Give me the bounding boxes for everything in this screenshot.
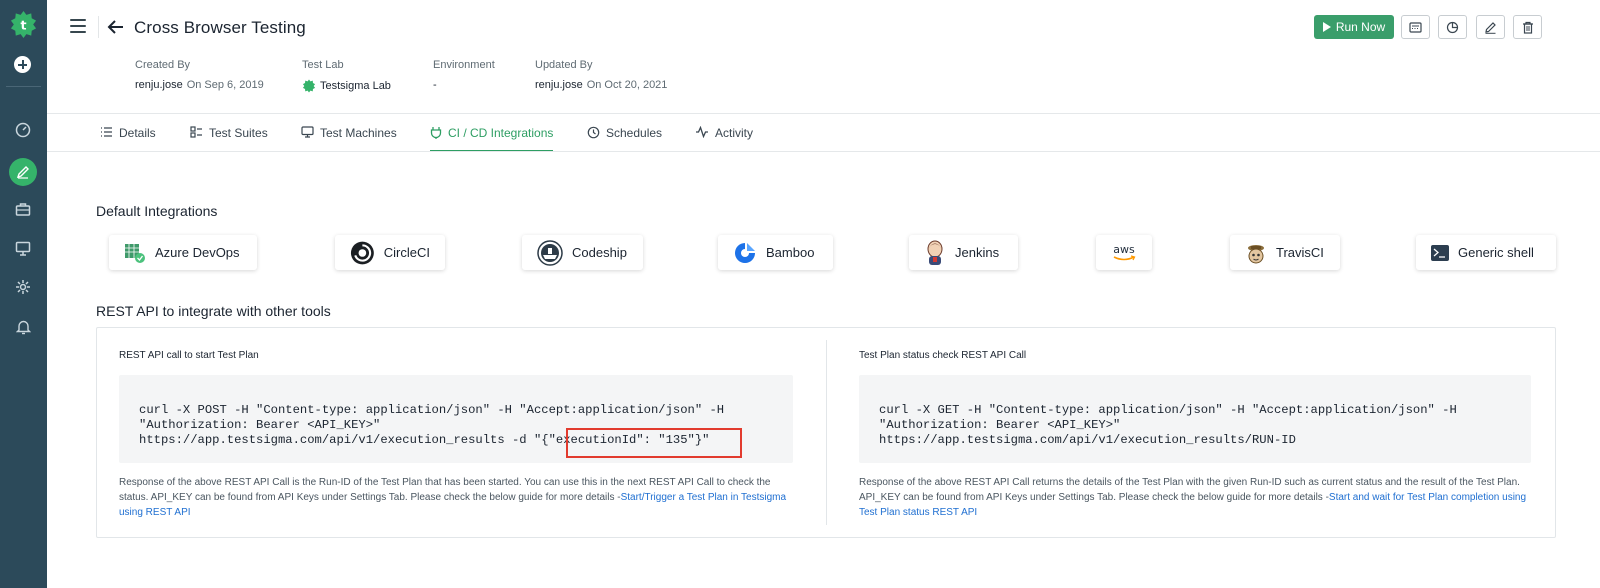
test-lab: Test Lab Testsigma Lab: [302, 59, 391, 93]
tab-label: Activity: [715, 126, 754, 140]
integration-label: Bamboo: [766, 245, 815, 260]
tabs-divider-line: [47, 151, 1600, 152]
jenkins-icon: [927, 240, 943, 265]
add-icon[interactable]: [14, 56, 31, 73]
created-by-label: Created By: [135, 59, 191, 71]
integration-label: Azure DevOps: [155, 245, 240, 260]
created-by-date: On Sep 6, 2019: [186, 79, 264, 91]
start-test-plan-note: Response of the above REST API Call is t…: [119, 475, 795, 520]
integration-label: CircleCI: [383, 245, 430, 260]
left-sidebar: t: [0, 0, 47, 588]
integration-azure-devops[interactable]: Azure DevOps: [109, 235, 257, 270]
header-divider: [98, 16, 99, 38]
bell-icon[interactable]: [13, 317, 33, 337]
created-by: Created By renju.jose On Sep 6, 2019: [135, 59, 264, 91]
back-arrow-icon[interactable]: [106, 18, 126, 36]
tab-test-suites[interactable]: Test Suites: [190, 124, 268, 152]
tab-label: Test Machines: [320, 126, 397, 140]
updated-by-label: Updated By: [535, 59, 593, 71]
test-lab-label: Test Lab: [302, 59, 344, 71]
briefcase-icon[interactable]: [13, 199, 33, 219]
circleci-icon: [350, 241, 374, 264]
tab-activity[interactable]: Activity: [695, 124, 753, 152]
integration-label: TravisCI: [1276, 245, 1324, 260]
integration-label: Codeship: [572, 245, 627, 260]
status-check-heading: Test Plan status check REST API Call: [859, 350, 1027, 361]
svg-text:t: t: [21, 17, 27, 32]
status-check-code[interactable]: curl -X GET -H "Content-type: applicatio…: [859, 375, 1531, 463]
suites-icon: [190, 126, 202, 138]
monitor-icon[interactable]: [13, 238, 33, 258]
integration-codeship[interactable]: Codeship: [522, 235, 643, 270]
aws-icon: aws: [1113, 243, 1136, 260]
plug-icon: [430, 127, 442, 139]
integration-label: Generic shell: [1458, 245, 1534, 260]
integration-aws[interactable]: aws: [1096, 235, 1152, 270]
tab-label: Details: [119, 126, 156, 140]
testsigma-lab-icon: [302, 79, 316, 93]
rest-api-title: REST API to integrate with other tools: [96, 303, 331, 319]
code-line: curl -X POST -H "Content-type: applicati…: [139, 403, 725, 417]
dashboard-icon[interactable]: [13, 120, 33, 140]
test-plans-icon[interactable]: [9, 158, 37, 186]
bamboo-icon: [735, 242, 755, 263]
clock-icon: [587, 126, 600, 139]
environment-value: -: [433, 79, 437, 91]
integration-circleci[interactable]: CircleCI: [335, 235, 445, 270]
default-integrations-title: Default Integrations: [96, 203, 218, 219]
tab-label: CI / CD Integrations: [448, 126, 554, 140]
page-title: Cross Browser Testing: [134, 18, 306, 37]
environment-label: Environment: [433, 59, 495, 71]
tab-test-machines[interactable]: Test Machines: [301, 124, 397, 152]
tab-details[interactable]: Details: [100, 124, 156, 152]
updated-by: Updated By renju.jose On Oct 20, 2021: [535, 59, 667, 91]
sidebar-divider: [6, 86, 41, 87]
azure-devops-icon: [125, 243, 145, 263]
calendar-icon: [1409, 21, 1422, 33]
trash-icon: [1522, 21, 1533, 34]
start-test-plan-heading: REST API call to start Test Plan: [119, 350, 259, 361]
code-line: https://app.testsigma.com/api/v1/executi…: [879, 433, 1296, 447]
rest-api-divider: [826, 340, 827, 525]
execution-id-highlight: [566, 428, 742, 458]
tab-ci-cd-integrations[interactable]: CI / CD Integrations: [430, 124, 554, 152]
reports-button[interactable]: [1438, 15, 1467, 39]
menu-icon[interactable]: [70, 19, 88, 33]
settings-icon[interactable]: [13, 277, 33, 297]
integration-bamboo[interactable]: Bamboo: [718, 235, 833, 270]
travisci-icon: [1248, 244, 1264, 263]
pie-chart-icon: [1446, 21, 1459, 33]
updated-by-date: On Oct 20, 2021: [586, 79, 668, 91]
pencil-icon: [1485, 21, 1496, 34]
code-line: "Authorization: Bearer <API_KEY>": [879, 418, 1121, 432]
codeship-icon: [537, 239, 563, 266]
edit-button[interactable]: [1476, 15, 1505, 39]
integration-generic-shell[interactable]: Generic shell: [1416, 235, 1556, 270]
monitor-icon: [301, 126, 314, 138]
integration-jenkins[interactable]: Jenkins: [909, 235, 1018, 270]
run-now-button[interactable]: Run Now: [1314, 15, 1394, 39]
status-check-note: Response of the above REST API Call retu…: [859, 475, 1529, 520]
environment: Environment -: [433, 59, 495, 91]
activity-icon: [696, 126, 708, 138]
run-now-label: Run Now: [1335, 20, 1386, 34]
updated-by-user: renju.jose: [535, 79, 583, 91]
integration-label: Jenkins: [955, 245, 1000, 260]
testsigma-logo-icon[interactable]: t: [9, 10, 38, 39]
tab-label: Test Suites: [209, 126, 268, 140]
created-by-user: renju.jose: [135, 79, 183, 91]
list-icon: [101, 127, 112, 137]
terminal-icon: [1431, 244, 1449, 261]
schedule-button[interactable]: [1401, 15, 1430, 39]
aws-logo-text: aws: [1113, 243, 1135, 256]
tab-schedules[interactable]: Schedules: [587, 124, 662, 152]
integration-travisci[interactable]: TravisCI: [1230, 235, 1340, 270]
play-icon: [1322, 22, 1331, 32]
test-lab-value: Testsigma Lab: [320, 80, 391, 92]
delete-button[interactable]: [1513, 15, 1542, 39]
header-divider-line: [47, 113, 1600, 114]
tab-label: Schedules: [606, 126, 663, 140]
code-line: curl -X GET -H "Content-type: applicatio…: [879, 403, 1457, 417]
